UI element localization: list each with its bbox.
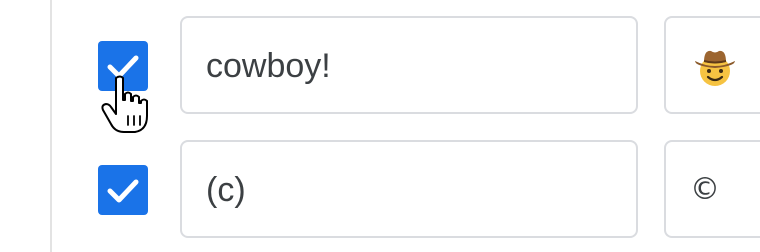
enabled-checkbox[interactable]: [98, 41, 148, 91]
shortcut-input[interactable]: [206, 168, 616, 212]
enabled-checkbox[interactable]: [98, 165, 148, 215]
cowboy-hat-face-icon: [695, 50, 735, 86]
shortcut-input[interactable]: [206, 44, 616, 88]
shortcut-text-field[interactable]: [180, 140, 638, 238]
checkmark-icon: [107, 179, 139, 203]
replacement-row: [0, 16, 760, 116]
shortcut-text-field[interactable]: [180, 16, 638, 114]
checkmark-icon: [107, 55, 139, 79]
replacement-preview-field[interactable]: ©: [664, 140, 760, 238]
replacement-row: ©: [0, 140, 760, 240]
replacement-preview-text: ©: [690, 172, 720, 207]
replacement-list: ©: [0, 0, 760, 252]
replacement-preview-field[interactable]: [664, 16, 760, 114]
